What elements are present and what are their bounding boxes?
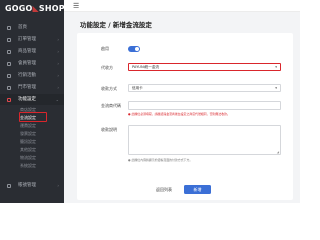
page-title: 功能設定 / 新增金流設定	[80, 21, 152, 29]
sidebar-item-home[interactable]: 首頁	[0, 22, 64, 33]
payment-note-hint: ●此欄位內容將顯示於結帳頁面的付款方式下方。	[128, 158, 193, 162]
sidebar-item-settings[interactable]: 功能設定 ⌄	[0, 94, 64, 105]
sidebar-subitem-system[interactable]: 系統設定	[0, 162, 64, 170]
gear-icon	[7, 97, 11, 102]
caret-down-icon: ▾	[275, 86, 277, 90]
active-item-highlight	[19, 112, 47, 122]
store-icon	[7, 85, 11, 90]
method-label: 收款方式	[101, 86, 117, 91]
user-icon	[7, 61, 11, 66]
chevron-right-icon: ›	[57, 183, 59, 188]
sidebar-subitem-sms[interactable]: 簡訊設定	[0, 138, 64, 146]
provider-select[interactable]: PAYUNi統一金流 ▾	[128, 63, 281, 71]
brand-logo[interactable]: GOGO◣SHOP	[5, 4, 65, 13]
sidebar: GOGO◣SHOP 首頁 訂單管理 › 商品管理 › 會員管理 › 行銷活動 ›…	[0, 0, 65, 203]
chevron-right-icon: ›	[57, 85, 59, 90]
sidebar-item-marketing[interactable]: 行銷活動 ›	[0, 70, 64, 81]
sidebar-item-orders[interactable]: 訂單管理 ›	[0, 34, 64, 45]
provider-label: 代收方	[101, 65, 113, 70]
sidebar-item-members[interactable]: 會員管理 ›	[0, 58, 64, 69]
info-icon: ●	[128, 158, 131, 162]
sidebar-subitem-logistics[interactable]: 物流設定	[0, 154, 64, 162]
caret-down-icon: ▾	[275, 65, 277, 69]
chevron-down-icon: ⌄	[55, 97, 59, 102]
warning-icon: ●	[128, 112, 131, 116]
sidebar-item-products[interactable]: 商品管理 ›	[0, 46, 64, 57]
sidebar-subitem-shipping-fee[interactable]: 運費設定	[0, 122, 64, 130]
hamburger-menu-icon[interactable]: ☰	[73, 2, 79, 10]
chevron-right-icon: ›	[57, 49, 59, 54]
enabled-label: 啟用	[101, 46, 109, 51]
clipboard-icon	[7, 37, 11, 42]
back-to-list-button[interactable]: 返回列表	[150, 186, 178, 194]
save-button[interactable]: 新增	[184, 185, 211, 194]
account-icon	[7, 183, 11, 188]
tag-icon	[7, 73, 11, 78]
merchant-code-label: 金流商代碼	[101, 103, 121, 108]
sidebar-subitem-other[interactable]: 其他設定	[0, 146, 64, 154]
sidebar-item-stores[interactable]: 門市管理 ›	[0, 82, 64, 93]
chevron-right-icon: ›	[57, 61, 59, 66]
top-bar: ☰	[64, 0, 300, 12]
resize-handle-icon[interactable]: ◢	[277, 150, 279, 154]
enabled-toggle[interactable]	[128, 46, 140, 52]
payment-note-textarea[interactable]: ◢	[128, 125, 281, 155]
sidebar-item-account[interactable]: 帳號管理 ›	[0, 180, 64, 191]
chevron-right-icon: ›	[57, 37, 59, 42]
method-select[interactable]: 信用卡 ▾	[128, 84, 281, 92]
home-icon	[7, 25, 11, 30]
sidebar-subitem-invoice[interactable]: 發票設定	[0, 130, 64, 138]
toggle-knob	[134, 46, 140, 52]
merchant-code-input[interactable]	[128, 101, 281, 110]
form-card	[77, 33, 293, 200]
payment-note-label: 收款說明	[101, 127, 117, 132]
box-icon	[7, 49, 11, 54]
chevron-right-icon: ›	[57, 73, 59, 78]
merchant-code-warning: ●此欄位必須填寫，請確認與金流商後台設定之商店代號相同，否則無法收款。	[128, 112, 230, 116]
